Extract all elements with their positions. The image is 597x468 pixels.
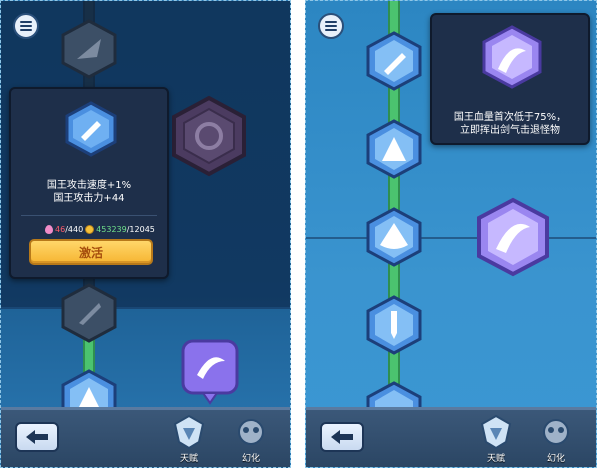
menu-icon	[20, 21, 32, 23]
tab-talent-label: 天赋	[486, 454, 505, 464]
talent-emblem-icon	[480, 414, 512, 450]
talent-node-purple-locked[interactable]	[171, 95, 247, 177]
back-arrow-icon	[331, 430, 353, 444]
menu-button[interactable]	[318, 13, 344, 39]
back-button[interactable]	[320, 422, 364, 452]
talent-node-4[interactable]	[366, 295, 422, 355]
grid-line	[1, 307, 290, 309]
gem-have: 46	[55, 225, 66, 234]
selected-talent-icon	[65, 101, 117, 157]
talent-node-purple-selected[interactable]	[476, 197, 550, 277]
coin-have: 453239	[96, 225, 127, 234]
talent-node-2[interactable]	[366, 119, 422, 179]
activate-button[interactable]: 激活	[29, 239, 153, 265]
coin-icon	[85, 225, 95, 234]
panel-divider	[291, 0, 305, 468]
talent-node-locked-1[interactable]	[61, 19, 117, 79]
reward-bubble-purple[interactable]	[181, 339, 239, 405]
talent-node-1[interactable]	[366, 31, 422, 91]
tooltip-line-2: 国王攻击力+44	[53, 193, 125, 204]
tab-transform-label: 幻化	[241, 454, 260, 464]
talent-tooltip-popup: 国王血量首次低于75%， 立即挥出剑气击退怪物	[430, 13, 590, 145]
gem-need: 440	[67, 225, 84, 234]
talent-tooltip-popup: 国王攻击速度+1% 国王攻击力+44 46 / 440 453239 / 120…	[9, 87, 169, 279]
bottom-bar-right: 天赋 幻化	[306, 407, 596, 467]
talent-emblem-icon	[173, 414, 205, 450]
talent-node-3[interactable]	[366, 207, 422, 267]
tab-talent[interactable]: 天赋	[476, 412, 516, 466]
menu-button[interactable]	[13, 13, 39, 39]
tab-transform[interactable]: 幻化	[231, 412, 271, 466]
grid-line	[306, 237, 596, 239]
menu-icon	[325, 21, 337, 23]
gem-icon	[45, 225, 53, 234]
transform-mask-icon	[238, 419, 264, 445]
tooltip-separator	[21, 215, 157, 216]
left-talent-panel: 国王攻击速度+1% 国王攻击力+44 46 / 440 453239 / 120…	[0, 0, 291, 468]
tab-transform[interactable]: 幻化	[536, 412, 576, 466]
transform-mask-icon	[543, 419, 569, 445]
tab-talent[interactable]: 天赋	[169, 412, 209, 466]
tooltip-line-2: 立即挥出剑气击退怪物	[460, 125, 560, 136]
tab-transform-label: 幻化	[546, 454, 565, 464]
bottom-bar-left: 天赋 幻化	[1, 407, 290, 467]
tooltip-line-1: 国王攻击速度+1%	[46, 180, 132, 191]
selected-talent-icon	[482, 25, 542, 89]
talent-node-locked-2[interactable]	[61, 283, 117, 343]
cost-row: 46 / 440 453239 / 12045	[45, 225, 155, 234]
tooltip-line-1: 国王血量首次低于75%，	[453, 112, 567, 123]
right-talent-panel: 国王血量首次低于75%， 立即挥出剑气击退怪物 天赋 幻化	[305, 0, 597, 468]
back-button[interactable]	[15, 422, 59, 452]
coin-need: 12045	[129, 225, 155, 234]
dagger-icon	[391, 311, 397, 339]
back-arrow-icon	[26, 430, 48, 444]
tab-talent-label: 天赋	[179, 454, 198, 464]
